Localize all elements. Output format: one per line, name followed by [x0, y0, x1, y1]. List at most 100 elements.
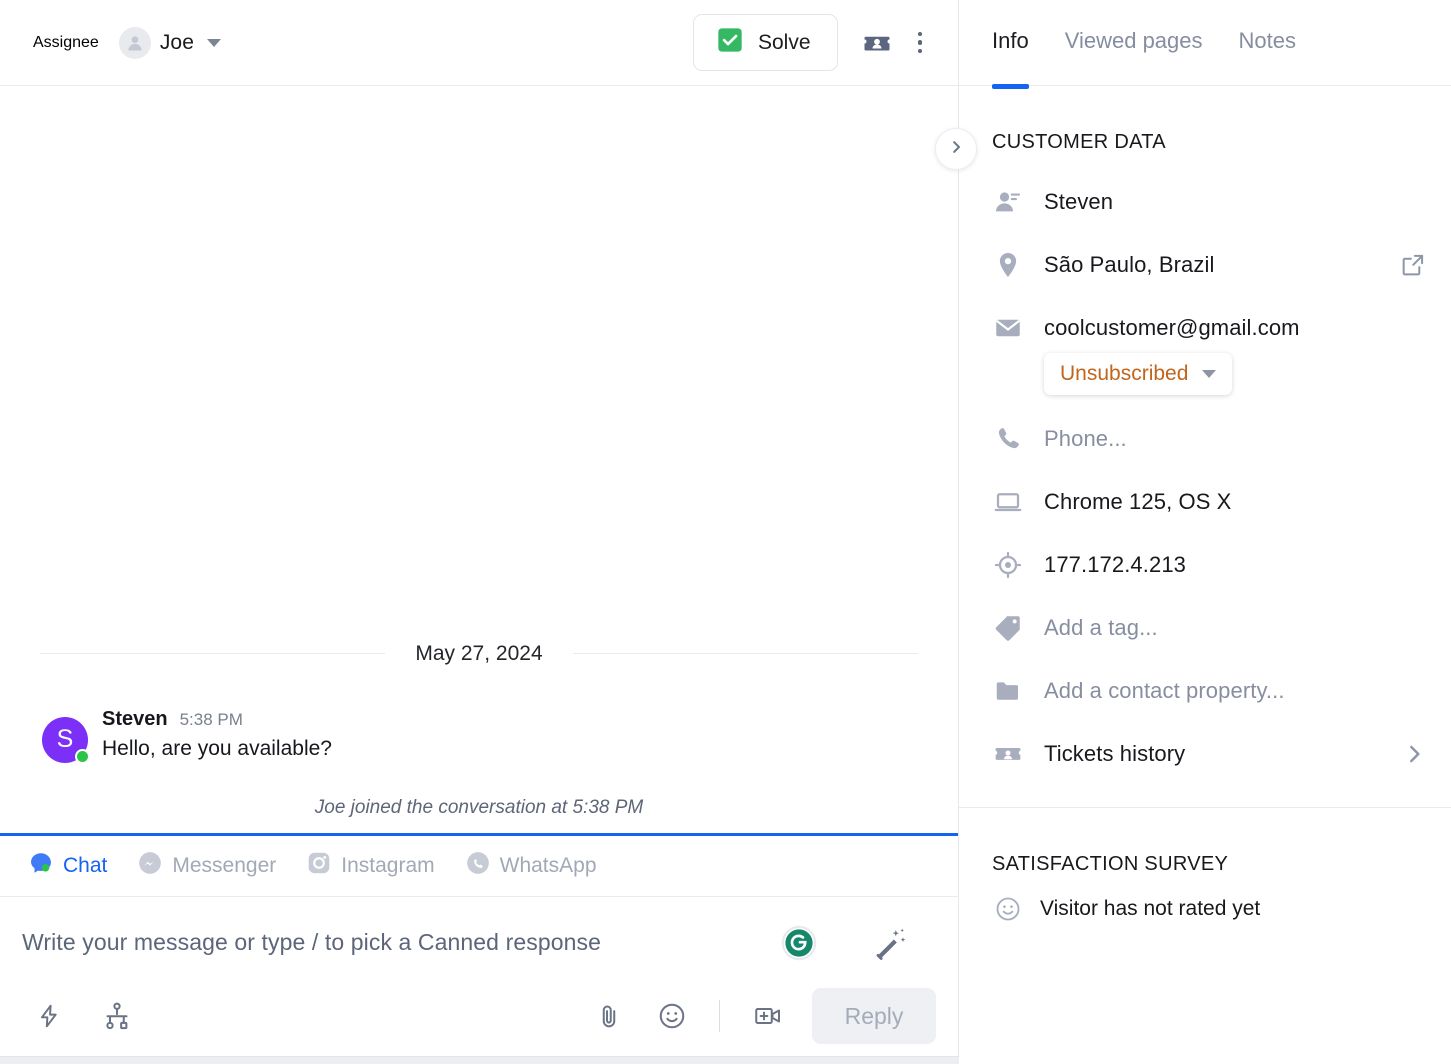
info-row-location[interactable]: São Paulo, Brazil — [959, 233, 1451, 296]
info-value-browser: Chrome 125, OS X — [1044, 488, 1232, 514]
chat-bubble-icon — [28, 850, 54, 882]
solve-button-label: Solve — [757, 30, 811, 54]
horizontal-scrollbar[interactable] — [0, 1056, 1000, 1064]
avatar: S — [42, 716, 90, 764]
subscription-status-row: Unsubscribed — [959, 353, 1451, 407]
message-item: S Steven 5:38 PM Hello, are you availabl… — [0, 708, 958, 764]
channel-tab-whatsapp[interactable]: WhatsApp — [465, 850, 597, 882]
chevron-down-icon — [1202, 370, 1217, 378]
person-details-icon — [992, 187, 1024, 217]
sidebar-collapse-button[interactable] — [935, 128, 977, 170]
solve-button[interactable]: Solve — [692, 14, 838, 71]
info-row-add-tag[interactable]: Add a tag... — [959, 596, 1451, 659]
message-author: Steven — [102, 707, 168, 730]
magic-wand-icon[interactable] — [870, 923, 910, 968]
date-rule-right — [572, 653, 919, 655]
tab-notes[interactable]: Notes — [1239, 26, 1314, 56]
location-pin-icon — [992, 250, 1024, 280]
envelope-icon — [992, 313, 1024, 343]
channel-tab-chat[interactable]: Chat — [28, 850, 107, 882]
composer-right-tools: Reply — [589, 988, 936, 1044]
info-value-name: Steven — [1044, 188, 1114, 214]
composer-toolbar: Reply — [0, 968, 958, 1064]
composer-left-tools — [30, 995, 138, 1037]
sidebar-tabs: Info Viewed pages Notes — [959, 0, 1451, 89]
status-badge[interactable]: Unsubscribed — [1044, 353, 1233, 395]
laptop-icon — [992, 487, 1024, 517]
status-badge-label: Unsubscribed — [1060, 362, 1189, 385]
phone-icon — [992, 424, 1024, 454]
lightning-bolt-icon[interactable] — [30, 995, 68, 1037]
customer-data-list: Steven São Paulo, Brazil coolcustomer@gm… — [959, 162, 1451, 785]
channel-tabs: Chat Messenger Instagram WhatsApp — [0, 833, 958, 897]
info-value-add-property: Add a contact property... — [1044, 677, 1285, 703]
assignee-selector[interactable]: Joe — [118, 26, 221, 59]
assignee-name: Joe — [159, 30, 194, 54]
tab-info[interactable]: Info — [992, 26, 1047, 89]
satisfaction-status-text: Visitor has not rated yet — [1040, 897, 1261, 920]
tag-icon — [992, 613, 1024, 643]
message-composer: Write your message or type / to pick a C… — [0, 897, 958, 968]
folder-icon — [992, 676, 1024, 706]
date-separator-label: May 27, 2024 — [415, 641, 543, 665]
toolbar-divider — [719, 1000, 720, 1032]
channel-tab-messenger[interactable]: Messenger — [137, 850, 276, 882]
channel-tab-messenger-label: Messenger — [172, 854, 277, 877]
channel-tab-whatsapp-label: WhatsApp — [499, 854, 597, 877]
contact-card-icon[interactable] — [856, 22, 898, 64]
info-value-add-tag: Add a tag... — [1044, 614, 1158, 640]
info-row-add-property[interactable]: Add a contact property... — [959, 659, 1451, 722]
message-list: May 27, 2024 S Steven 5:38 PM Hello, are… — [0, 86, 958, 833]
tab-viewed-pages[interactable]: Viewed pages — [1065, 26, 1221, 56]
flow-chart-icon[interactable] — [96, 995, 138, 1037]
channel-tab-instagram-label: Instagram — [341, 854, 435, 877]
info-row-name[interactable]: Steven — [959, 170, 1451, 233]
message-timestamp: 5:38 PM — [179, 709, 243, 729]
video-call-add-icon[interactable] — [746, 995, 790, 1037]
presence-online-indicator — [75, 748, 90, 764]
composer-tool-group — [780, 919, 934, 968]
message-header: Steven 5:38 PM — [102, 708, 332, 731]
target-crosshair-icon — [992, 550, 1024, 580]
kebab-menu-icon[interactable] — [906, 24, 935, 62]
external-link-icon[interactable] — [1399, 251, 1427, 279]
whatsapp-icon — [465, 850, 491, 882]
info-row-tickets-history[interactable]: Tickets history — [959, 722, 1451, 785]
date-rule-left — [40, 653, 386, 655]
info-row-browser[interactable]: Chrome 125, OS X — [959, 470, 1451, 533]
info-value-phone: Phone... — [1044, 425, 1127, 451]
person-icon — [118, 26, 151, 59]
smiley-face-icon — [992, 895, 1024, 923]
info-value-email: coolcustomer@gmail.com — [1044, 314, 1300, 340]
check-square-icon — [716, 26, 744, 59]
conversation-column: Assignee Joe Solve May 27, 2024 S Steven… — [0, 0, 1000, 1064]
channel-tab-chat-label: Chat — [63, 854, 108, 877]
info-row-phone[interactable]: Phone... — [959, 407, 1451, 470]
chevron-down-icon — [207, 38, 221, 47]
ticket-person-icon — [992, 739, 1024, 769]
customer-data-heading: CUSTOMER DATA — [992, 131, 1166, 153]
satisfaction-survey-heading: SATISFACTION SURVEY — [992, 853, 1229, 875]
chevron-right-icon — [947, 138, 965, 161]
channel-tab-instagram[interactable]: Instagram — [306, 850, 435, 882]
paperclip-icon[interactable] — [589, 995, 629, 1037]
reply-button[interactable]: Reply — [812, 988, 936, 1044]
chevron-right-icon[interactable] — [1401, 741, 1427, 767]
info-value-location: São Paulo, Brazil — [1044, 251, 1215, 277]
sidebar-content: CUSTOMER DATA Steven São Paulo, Brazil c… — [959, 86, 1451, 1064]
grammarly-icon[interactable] — [780, 924, 818, 967]
assignee-label: Assignee — [33, 33, 99, 51]
satisfaction-status-row: Visitor has not rated yet — [959, 884, 1451, 934]
instagram-icon — [306, 850, 332, 882]
message-body: Steven 5:38 PM Hello, are you available? — [102, 708, 332, 763]
message-text: Hello, are you available? — [102, 736, 332, 760]
system-event-note: Joe joined the conversation at 5:38 PM — [314, 797, 644, 818]
conversation-toolbar: Assignee Joe Solve — [0, 0, 958, 86]
date-separator: May 27, 2024 — [0, 642, 958, 666]
messenger-icon — [137, 850, 163, 882]
emoji-smiley-icon[interactable] — [651, 995, 693, 1037]
info-row-ip[interactable]: 177.172.4.213 — [959, 533, 1451, 596]
info-row-email[interactable]: coolcustomer@gmail.com — [959, 296, 1451, 359]
message-input[interactable]: Write your message or type / to pick a C… — [22, 919, 780, 956]
info-value-ip: 177.172.4.213 — [1044, 551, 1186, 577]
